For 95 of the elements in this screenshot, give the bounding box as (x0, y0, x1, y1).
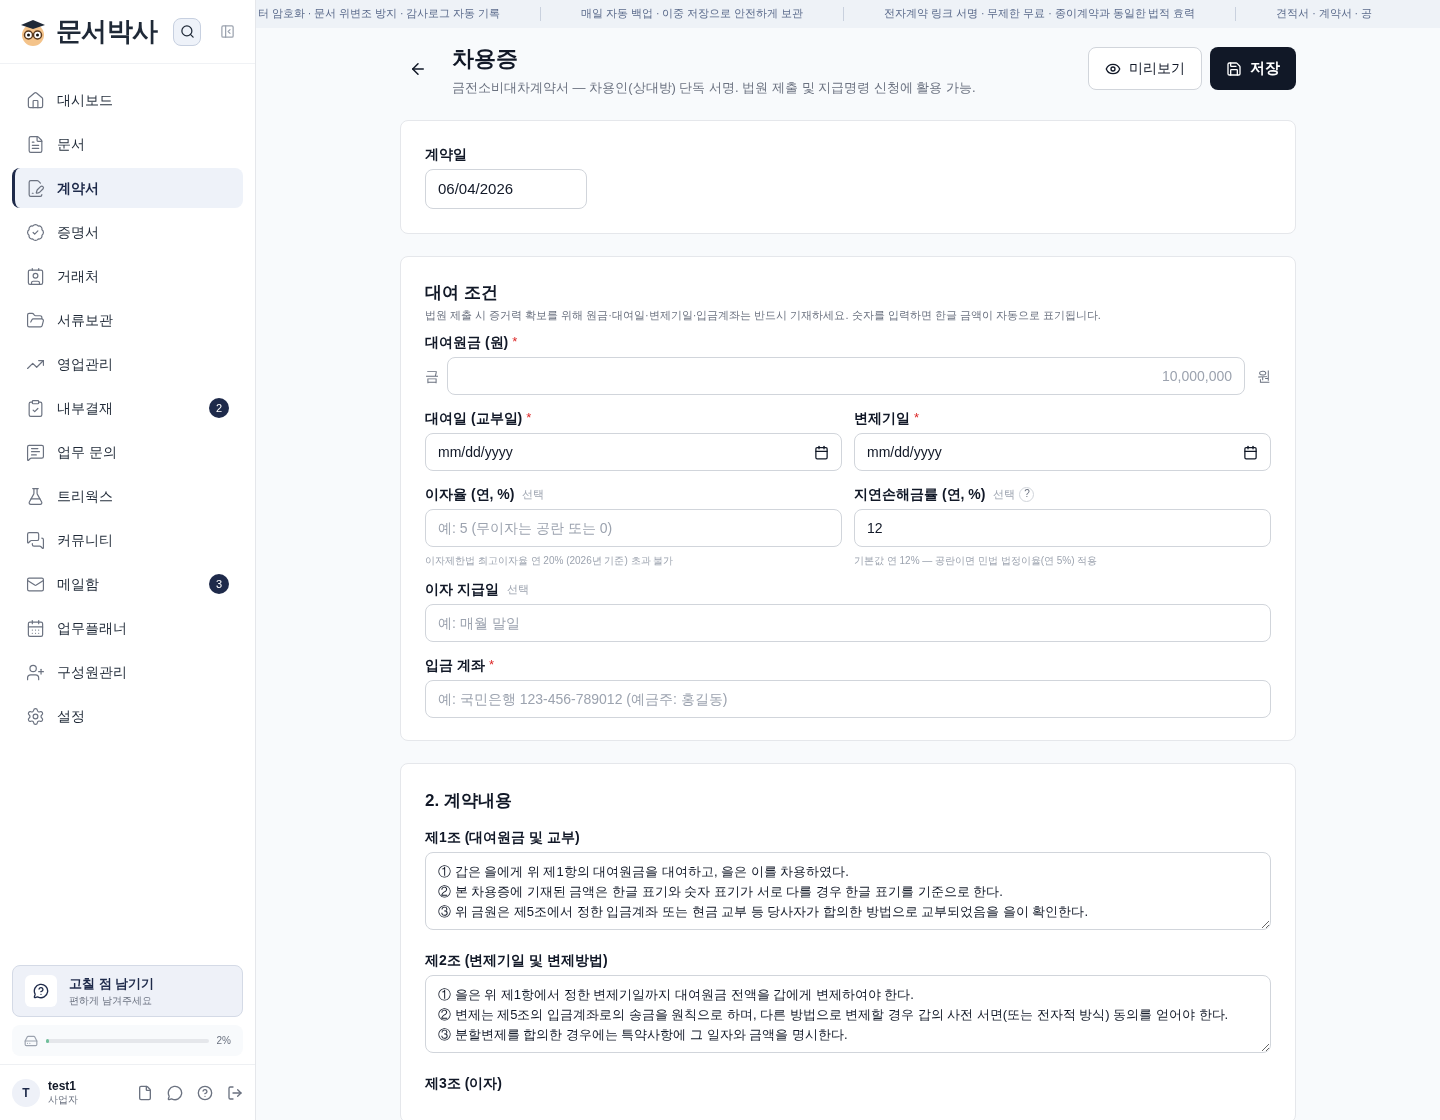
count-badge: 2 (209, 398, 229, 418)
required-mark: * (488, 656, 494, 674)
message-icon (26, 442, 45, 462)
search-button[interactable] (173, 17, 201, 46)
nav-item[interactable]: 문서 (12, 124, 243, 164)
user-avatar: T (12, 1078, 40, 1107)
optional-tag: 선택 (506, 580, 529, 598)
currency-prefix: 금 (425, 366, 439, 386)
calendar-icon (26, 618, 45, 638)
required-mark: * (512, 333, 518, 351)
ticker-text: 매일 자동 백업 · 이중 저장으로 안전하게 보관 (581, 6, 804, 22)
badge-check-icon (26, 222, 45, 242)
date-placeholder: mm/dd/yyyy (867, 442, 943, 462)
feedback-card[interactable]: 고칠 점 남기기 편하게 남겨주세요 (12, 964, 243, 1017)
nav-item[interactable]: 업무플래너 (12, 608, 243, 648)
nav-item[interactable]: 영업관리 (12, 344, 243, 384)
date-field[interactable]: mm/dd/yyyy (425, 433, 842, 471)
optional-tag: 선택 (522, 485, 545, 503)
field-label: 대여일 (교부일) (425, 409, 523, 427)
settings-icon (26, 706, 45, 726)
field-label: 입금 계좌 (425, 656, 485, 674)
field-label: 계약일 (425, 144, 467, 163)
document-icon[interactable] (137, 1084, 153, 1101)
chat-bubble-icon[interactable] (167, 1084, 183, 1101)
late-rate-field[interactable]: 12 (854, 509, 1271, 547)
preview-button[interactable]: 미리보기 (1088, 47, 1202, 90)
chat-icon (26, 530, 45, 550)
article-textarea[interactable]: ① 갑은 을에게 위 제1항의 대여원금을 대여하고, 을은 이를 차용하였다. ② 본 차용증에 기재된 금액은 한글 표기와 숫자 표기가 서로 다를 경우 한글 표기를 기준으로 한다. ③ 위 금원은 제5조에서 정한 입금계좌 또는 현금 교부 등 당사자가 합의한 방법으로 교부되었음을 을이 확인한다. (425, 851, 1271, 930)
clipboard-check-icon (26, 398, 45, 418)
home-icon (26, 90, 45, 110)
nav-item[interactable]: 커뮤니티 (12, 520, 243, 560)
help-icon[interactable] (197, 1084, 213, 1101)
folder-icon (26, 310, 45, 330)
nav-item[interactable]: 내부결재 2 (12, 388, 243, 428)
nav-item[interactable]: 설정 (12, 696, 243, 736)
date-field[interactable]: mm/dd/yyyy (854, 433, 1271, 471)
field-label: 제3조 (이자) (425, 1073, 502, 1092)
field-label: 이자 지급일 (425, 580, 499, 598)
ticker-text: 전자계약 링크 서명 · 무제한 무료 · 종이계약과 동일한 법적 효력 (884, 6, 1196, 22)
pen-document-icon (26, 178, 45, 198)
required-mark: * (914, 409, 920, 427)
feedback-subtitle: 편하게 남겨주세요 (69, 994, 153, 1008)
page-title: 차용증 (452, 45, 519, 73)
field-label: 대여원금 (원) (425, 333, 509, 351)
logo-text: 문서박사 (56, 15, 158, 48)
save-button[interactable]: 저장 (1210, 47, 1296, 90)
nav-item[interactable]: 구성원관리 (12, 652, 243, 692)
field-hint: 기본값 연 12% — 공란이면 민법 법정이율(연 5%) 적용 (854, 554, 1099, 568)
search-icon (179, 24, 195, 39)
drive-icon (24, 1033, 38, 1048)
sidebar-toggle-icon (219, 24, 235, 39)
date-placeholder: mm/dd/yyyy (438, 442, 514, 462)
storage-reading: 2% (216, 1034, 231, 1048)
date-field[interactable]: 06/04/2026 (425, 168, 587, 209)
article-textarea[interactable]: ① 을은 위 제1항에서 정한 변제기일까지 대여원금 전액을 갑에게 변제하여야 한다. ② 변제는 제5조의 입금계좌로의 송금을 원칙으로 하며, 다른 방법으로 변제할 경우 갑의 사전 서면(또는 전자적 방식) 동의를 얻어야 한다. ③ 분할변제를 합의한 경우에는 특약사항에 그 일자와 금액을 명시한다. (425, 974, 1271, 1053)
feedback-title: 고칠 점 남기기 (69, 974, 155, 993)
contact-card-icon (26, 266, 45, 286)
page-subtitle: 금전소비대차계약서 — 차용인(상대방) 단독 서명. 법원 제출 및 지급명령 신청에 활용 가능. (452, 79, 976, 97)
user-name: test1 (48, 1078, 77, 1094)
nav-item[interactable]: 계약서 (12, 168, 243, 208)
flask-icon (26, 486, 45, 506)
field-label: 제1조 (대여원금 및 교부) (425, 827, 580, 846)
nav-item[interactable]: 트리웍스 (12, 476, 243, 516)
section-title: 2. 계약내용 (425, 790, 513, 812)
account-field[interactable]: 예: 국민은행 123-456-789012 (예금주: 홍길동) (425, 680, 1271, 718)
count-badge: 3 (209, 574, 229, 594)
user-role: 사업자 (48, 1093, 78, 1107)
nav-item[interactable]: 거래처 (12, 256, 243, 296)
field-label: 이자율 (연, %) (425, 485, 515, 503)
field-hint: 이자제한법 최고이자율 연 20% (2026년 기준) 초과 불가 (425, 554, 675, 568)
payment-day-field[interactable]: 예: 매월 말일 (425, 604, 1271, 642)
field-label: 제2조 (변제기일 및 변제방법) (425, 950, 608, 969)
help-chat-icon (33, 982, 49, 999)
nav-item[interactable]: 증명서 (12, 212, 243, 252)
user-plus-icon (26, 662, 45, 682)
nav-item[interactable]: 대시보드 (12, 80, 243, 120)
section-title: 대여 조건 (425, 281, 499, 304)
ticker-text: 터 암호화 · 문서 위변조 방지 · 감사로그 자동 기록 (257, 6, 501, 22)
nav-item[interactable]: 서류보관 (12, 300, 243, 340)
required-mark: * (526, 409, 532, 427)
optional-tag: 선택 (993, 485, 1016, 503)
nav-item[interactable]: 메일함 3 (12, 564, 243, 604)
calendar-icon (814, 444, 829, 460)
interest-rate-field[interactable]: 예: 5 (무이자는 공란 또는 0) (425, 509, 842, 547)
save-icon (1226, 60, 1242, 77)
amount-field[interactable]: 10,000,000 (447, 357, 1245, 395)
calendar-icon (1243, 444, 1258, 460)
field-label: 변제기일 (854, 409, 910, 427)
document-icon (26, 134, 45, 154)
field-label: 지연손해금률 (연, %) (854, 485, 986, 503)
logout-icon[interactable] (227, 1084, 243, 1101)
section-description: 법원 제출 시 증거력 확보를 위해 원금·대여일·변제기일·입금계좌는 반드시 기재하세요. 숫자를 입력하면 한글 금액이 자동으로 표기됩니다. (425, 307, 1102, 323)
nav-item[interactable]: 업무 문의 (12, 432, 243, 472)
ticker-text: 견적서 · 계약서 · 공 (1276, 6, 1372, 22)
currency-suffix: 원 (1257, 366, 1271, 386)
